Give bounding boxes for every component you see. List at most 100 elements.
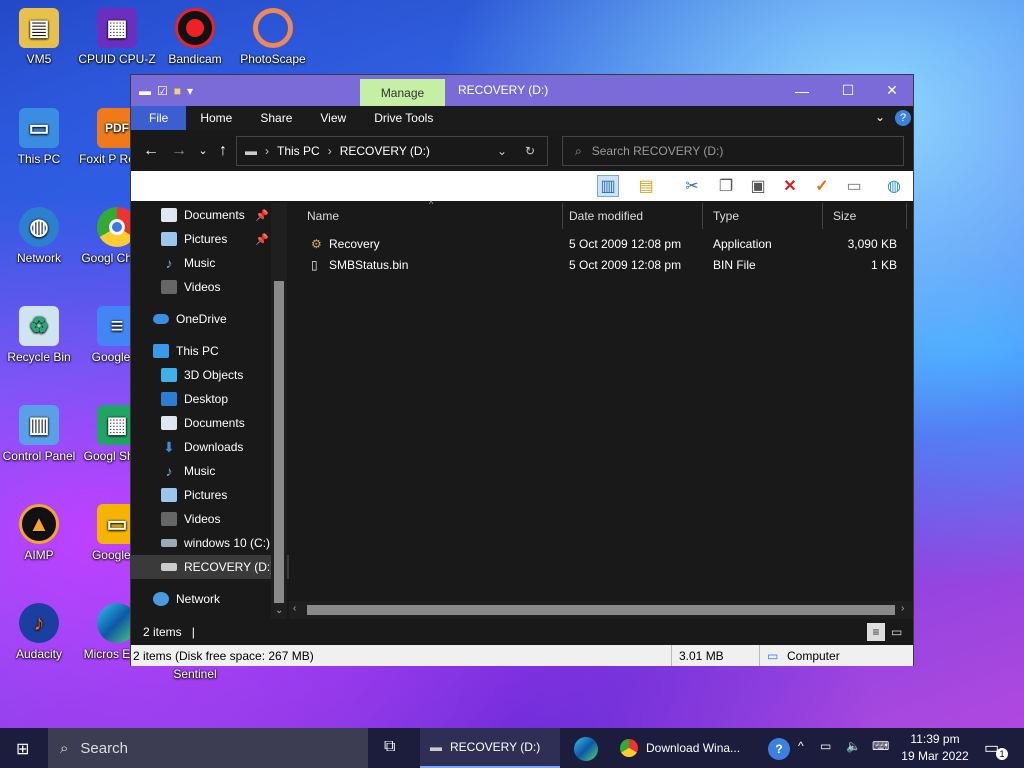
clock[interactable]: 11:39 pm 19 Mar 2022 — [900, 731, 970, 765]
scroll-down-icon[interactable]: ⌄ — [275, 605, 283, 616]
status-separator: | — [191, 625, 195, 639]
taskbar-search[interactable]: ⌕ Search — [48, 728, 368, 768]
column-header-date[interactable]: Date modified — [559, 203, 703, 229]
nav-item-windows-c[interactable]: windows 10 (C:) — [131, 531, 289, 555]
minimize-button[interactable]: — — [779, 75, 825, 106]
desktop-icon-aimp[interactable]: ▲ AIMP — [0, 504, 78, 562]
breadcrumb-separator-icon: › — [265, 144, 269, 158]
nav-item-desktop[interactable]: Desktop — [131, 387, 289, 411]
copy-icon[interactable]: ❐ — [715, 175, 737, 197]
desktop-icon-this-pc[interactable]: ▭ This PC — [0, 108, 78, 166]
tab-drive-tools[interactable]: Drive Tools — [360, 106, 447, 130]
keyboard-icon[interactable]: ⌨ — [872, 739, 889, 753]
breadcrumb-this-pc[interactable]: This PC — [277, 144, 320, 158]
nav-item-videos-quick[interactable]: Videos — [131, 275, 289, 299]
paste-icon[interactable]: ▣ — [747, 175, 769, 197]
pin-icon[interactable]: 📌 — [255, 209, 269, 222]
desktop-icon-recycle-bin[interactable]: ♻ Recycle Bin — [0, 306, 78, 364]
horizontal-scrollbar-thumb[interactable] — [307, 605, 895, 615]
nav-item-documents[interactable]: Documents — [131, 411, 289, 435]
window-title: RECOVERY (D:) — [458, 83, 549, 97]
desktop-icon-cpuz[interactable]: ▦ CPUID CPU-Z — [78, 8, 156, 66]
file-row[interactable]: ▯ SMBStatus.bin 5 Oct 2009 12:08 pm BIN … — [289, 254, 909, 275]
maximize-button[interactable]: ☐ — [825, 75, 871, 106]
volume-icon[interactable]: 🔈 — [846, 739, 861, 753]
large-icons-view-icon[interactable]: ▭ — [891, 625, 902, 639]
nav-item-this-pc[interactable]: This PC — [131, 339, 289, 363]
scroll-left-icon[interactable]: ‹ — [293, 603, 296, 614]
item-count: 2 items — [143, 625, 182, 639]
customize-toolbar-icon[interactable]: ▾ — [187, 84, 193, 98]
nav-item-music[interactable]: ♪ Music — [131, 459, 289, 483]
task-view-icon[interactable]: ⧉ — [384, 738, 395, 756]
tab-manage[interactable]: Manage — [360, 79, 445, 106]
desktop-icon-network[interactable]: ◍ Network — [0, 207, 78, 265]
nav-item-recovery-d[interactable]: RECOVERY (D:) — [131, 555, 289, 579]
downloads-icon: ⬇ — [163, 439, 175, 455]
address-dropdown-icon[interactable]: ⌄ — [497, 144, 507, 158]
title-bar[interactable]: ▬ ☑ ■ ▾ Manage RECOVERY (D:) — ☐ ✕ — [131, 75, 913, 106]
nav-item-network[interactable]: Network — [131, 587, 289, 611]
tab-file[interactable]: File — [131, 106, 187, 130]
nav-item-3d-objects[interactable]: 3D Objects — [131, 363, 289, 387]
nav-scrollbar-thumb[interactable] — [274, 281, 284, 603]
desktop-icon-control-panel[interactable]: ▥ Control Panel — [0, 405, 78, 463]
pin-icon[interactable]: 📌 — [255, 233, 269, 246]
search-icon: ⌕ — [60, 739, 69, 757]
chrome-icon — [620, 739, 638, 757]
horizontal-scrollbar[interactable]: ‹ › — [289, 601, 913, 619]
breadcrumb-recovery[interactable]: RECOVERY (D:) — [340, 144, 430, 158]
nav-item-pictures-quick[interactable]: Pictures 📌 — [131, 227, 289, 251]
desktop-label-sentinel[interactable]: Sentinel — [156, 667, 234, 681]
desktop-icon-vm5[interactable]: ▤ VM5 — [0, 8, 78, 66]
help-icon[interactable]: ? — [895, 110, 911, 126]
preview-pane-icon[interactable]: ▥ — [597, 175, 619, 197]
file-row[interactable]: ⚙ Recovery 5 Oct 2009 12:08 pm Applicati… — [289, 233, 909, 254]
nav-item-pictures[interactable]: Pictures — [131, 483, 289, 507]
forward-arrow-icon[interactable]: → — [167, 142, 191, 160]
search-input[interactable]: ⌕ Search RECOVERY (D:) — [562, 136, 904, 166]
back-arrow-icon[interactable]: ← — [139, 142, 163, 160]
clock-time: 11:39 pm — [910, 732, 960, 746]
taskbar-chrome[interactable]: Download Wina... — [612, 728, 752, 768]
tab-share[interactable]: Share — [246, 106, 306, 130]
nav-item-downloads[interactable]: ⬇ Downloads — [131, 435, 289, 459]
properties-icon[interactable]: ☑ — [157, 84, 168, 98]
refresh-icon[interactable]: ↻ — [525, 144, 535, 158]
address-row: ← → ⌄ ↑ ▬ › This PC › RECOVERY (D:) ⌄ ↻ … — [131, 130, 913, 171]
close-button[interactable]: ✕ — [869, 75, 915, 106]
column-header-size[interactable]: Size — [823, 203, 907, 229]
scroll-right-icon[interactable]: › — [901, 603, 904, 614]
expand-ribbon-icon[interactable]: ⌄ — [875, 110, 885, 124]
show-hidden-icons-icon[interactable]: ^ — [798, 739, 804, 753]
nav-item-onedrive[interactable]: OneDrive — [131, 307, 289, 331]
delete-icon[interactable]: ✕ — [779, 175, 801, 197]
nav-item-music-quick[interactable]: ♪ Music — [131, 251, 289, 275]
address-bar[interactable]: ▬ › This PC › RECOVERY (D:) ⌄ ↻ — [236, 136, 548, 166]
nav-item-videos[interactable]: Videos — [131, 507, 289, 531]
edge-icon[interactable] — [574, 737, 598, 761]
new-folder-icon[interactable]: ■ — [174, 84, 181, 98]
up-arrow-icon[interactable]: ↑ — [211, 142, 235, 160]
globe-icon[interactable]: ◍ — [883, 175, 905, 197]
properties-folder-icon[interactable]: ▤ — [635, 175, 657, 197]
column-header-type[interactable]: Type — [703, 203, 823, 229]
cut-icon[interactable]: ✂ — [681, 175, 703, 197]
details-view-icon[interactable]: ≡ — [867, 623, 885, 641]
checkmark-icon[interactable]: ✓ — [811, 175, 833, 197]
desktop-icon-audacity[interactable]: ♪ Audacity — [0, 603, 78, 661]
rename-icon[interactable]: ▭ — [843, 175, 865, 197]
drive-c-icon — [161, 539, 177, 547]
help-icon[interactable]: ? — [768, 738, 790, 760]
desktop-icon-bandicam[interactable]: Bandicam — [156, 8, 234, 66]
videos-icon — [161, 512, 177, 526]
taskbar-explorer[interactable]: ▬ RECOVERY (D:) — [420, 728, 560, 768]
nav-item-documents-quick[interactable]: Documents 📌 — [131, 203, 289, 227]
status-divider — [759, 645, 760, 666]
windows-start-icon[interactable]: ⊞ — [16, 739, 29, 759]
tab-view[interactable]: View — [306, 106, 360, 130]
tab-home[interactable]: Home — [186, 106, 246, 130]
network-tray-icon[interactable]: ▭ — [820, 739, 831, 753]
desktop-icon-photoscape[interactable]: PhotoScape — [234, 8, 312, 66]
dropdown-icon[interactable]: ▾ — [659, 175, 671, 197]
